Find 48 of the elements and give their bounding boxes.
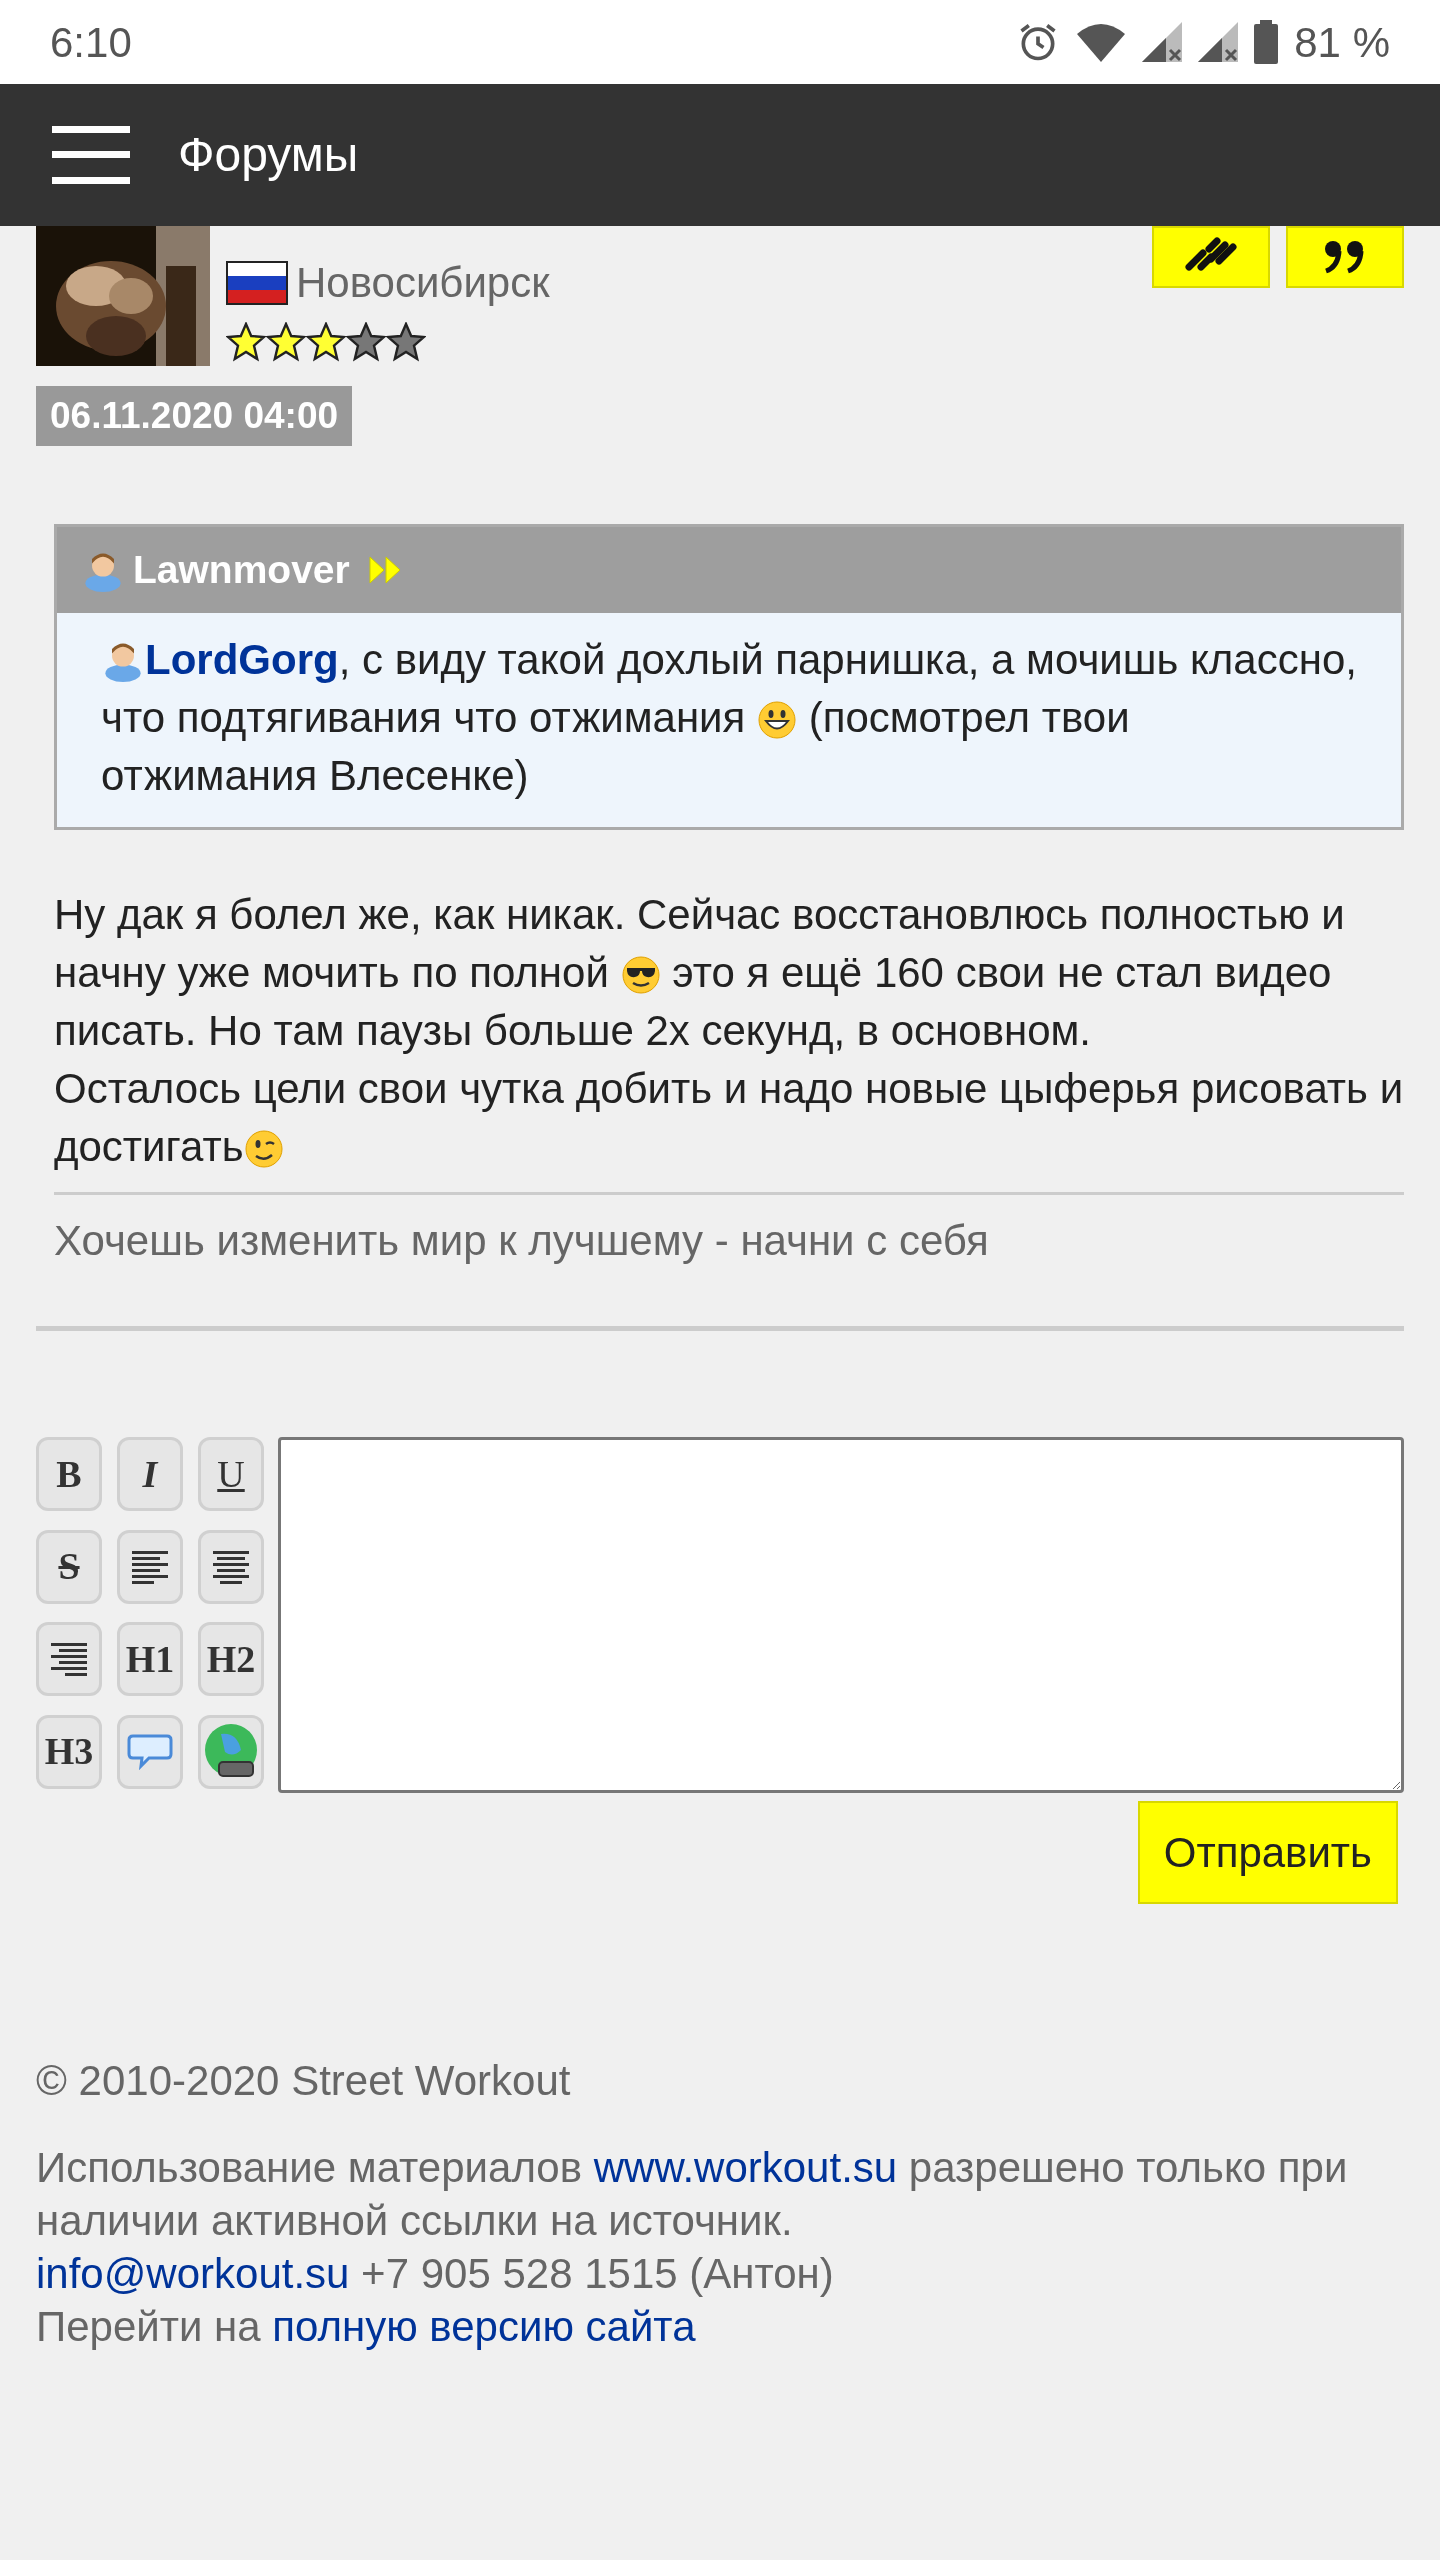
battery-icon bbox=[1254, 20, 1279, 64]
user-location: Новосибирск bbox=[296, 258, 550, 308]
star-icon bbox=[346, 322, 386, 362]
copyright-text: © 2010-2020 Street Workout bbox=[36, 2056, 572, 2106]
link-button[interactable] bbox=[1152, 226, 1270, 288]
footer-link[interactable]: полную версию сайта bbox=[272, 2303, 696, 2350]
format-button[interactable]: B bbox=[36, 1437, 102, 1511]
footer-text: info@workout.su +7 905 528 1515 (Антон) bbox=[36, 2249, 835, 2299]
flag-icon bbox=[226, 260, 288, 305]
user-signature: Хочешь изменить мир к лучшему - начни с себя bbox=[54, 1192, 1404, 1272]
winking-emoji-icon bbox=[243, 1129, 284, 1169]
app-title: Форумы bbox=[178, 127, 359, 183]
grinning-emoji-icon bbox=[757, 700, 797, 740]
format-button[interactable]: H2 bbox=[198, 1622, 264, 1696]
link-tool-button[interactable] bbox=[198, 1714, 264, 1789]
signal-icon bbox=[1198, 22, 1239, 62]
footer-text: Использование материалов www.workout.su разрешено только при наличии активной ссылки на источник. bbox=[36, 2143, 1349, 2246]
signal-icon bbox=[1142, 22, 1183, 62]
quote-button[interactable] bbox=[1286, 226, 1404, 288]
align-right-button[interactable] bbox=[36, 1622, 102, 1696]
format-button[interactable]: S bbox=[36, 1529, 102, 1604]
wifi-icon bbox=[1076, 22, 1127, 62]
align-left-button[interactable] bbox=[117, 1529, 183, 1604]
post-paragraph: Ну дак я болел же, как никак. Сейчас восстановлюсь полностью и начну уже мочить по полной это я ещё 160 свои не стал видео писать. Но там паузы больше 2х секунд, в основном. bbox=[54, 890, 1346, 1056]
user-mention-link[interactable]: LordGorg bbox=[145, 636, 339, 683]
format-button[interactable]: I bbox=[117, 1437, 183, 1511]
battery-percent: 81 % bbox=[1294, 17, 1390, 68]
footer-link[interactable]: www.workout.su bbox=[593, 2144, 898, 2191]
format-button[interactable]: H1 bbox=[117, 1622, 183, 1696]
clock-time: 6:10 bbox=[50, 17, 132, 68]
sunglasses-emoji-icon bbox=[620, 955, 661, 995]
globe-link-icon bbox=[203, 1723, 259, 1780]
menu-icon[interactable] bbox=[52, 126, 130, 184]
star-icon bbox=[226, 322, 266, 362]
quote-tool-button[interactable] bbox=[117, 1714, 183, 1789]
message-input[interactable] bbox=[278, 1437, 1404, 1793]
footer-text: Перейти на полную версию сайта bbox=[36, 2302, 697, 2352]
footer-link[interactable]: info@workout.su bbox=[36, 2250, 350, 2297]
post-paragraph: Осталось цели свои чутка добить и надо новые цыферья рисовать и достигать bbox=[54, 1064, 1404, 1172]
star-icon bbox=[266, 322, 306, 362]
align-center-button[interactable] bbox=[198, 1529, 264, 1604]
post-date: 06.11.2020 04:00 bbox=[36, 386, 353, 446]
send-button[interactable]: Отправить bbox=[1137, 1801, 1398, 1904]
star-icon bbox=[306, 322, 346, 362]
format-button[interactable]: U bbox=[198, 1437, 264, 1511]
format-button[interactable]: H3 bbox=[36, 1714, 102, 1789]
quote-text: LordGorg, с виду такой дохлый парнишка, а мочишь классно, что подтягивания что отжимания (посмотрел твои отжимания Влесенке) bbox=[101, 635, 1357, 801]
star-icon bbox=[386, 322, 426, 362]
